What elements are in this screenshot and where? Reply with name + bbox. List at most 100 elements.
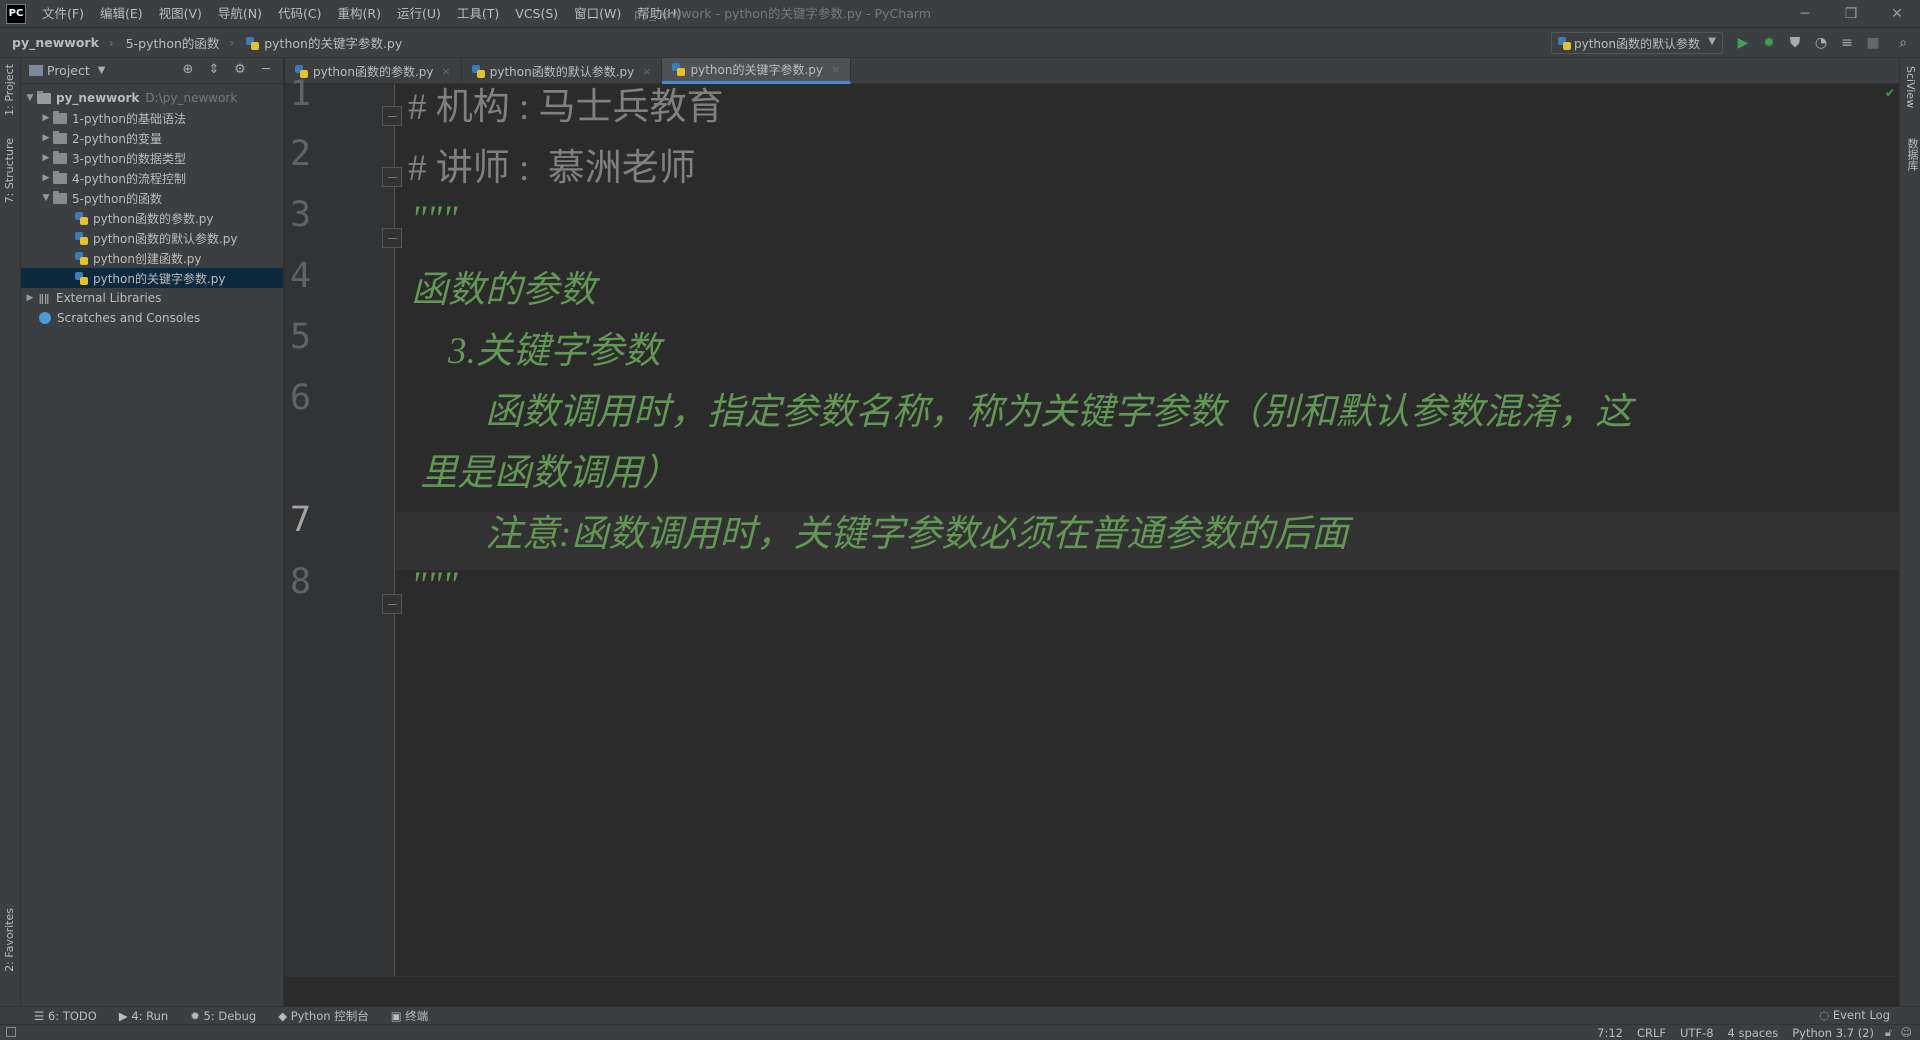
tree-external-libraries[interactable]: ▶ ǁǁ External Libraries <box>21 288 283 308</box>
tree-external-label: External Libraries <box>56 291 162 305</box>
code-editor[interactable]: 1 2 3 4 5 6 7 8 # 机构 : 马士兵教育 # 讲师 : 慕洲老师… <box>285 74 1899 976</box>
collapsed-arrow-icon[interactable]: ▶ <box>23 293 37 303</box>
concurrency-icon[interactable]: ≡ <box>1834 35 1860 51</box>
line-number: 1 <box>290 74 312 114</box>
menu-view[interactable]: 视图(V) <box>151 0 210 28</box>
tree-folder[interactable]: ▶ 2-python的变量 <box>21 128 283 148</box>
project-tree: ▼ py_newwork D:\py_newwork ▶ 1-python的基础… <box>21 84 283 328</box>
event-log-button[interactable]: ◌ Event Log <box>1819 1008 1890 1022</box>
tree-scratches-label: Scratches and Consoles <box>57 311 201 325</box>
python-file-icon <box>75 271 88 285</box>
profile-icon[interactable]: ◔ <box>1808 35 1834 51</box>
menu-code[interactable]: 代码(C) <box>270 0 329 28</box>
chevron-down-icon[interactable]: ▼ <box>98 65 106 76</box>
code-line-2: # 讲师 : 慕洲老师 <box>408 148 696 189</box>
project-tool-button[interactable]: 1: Project <box>3 64 16 116</box>
structure-tool-button[interactable]: 7: Structure <box>3 138 16 203</box>
python-interpreter[interactable]: Python 3.7 (2) <box>1792 1025 1874 1040</box>
terminal-button[interactable]: ▣ 终端 <box>391 1008 429 1024</box>
folder-icon <box>53 190 67 204</box>
run-icon[interactable]: ▶ <box>1730 35 1756 51</box>
project-panel: Project ▼ ⊕ ⇕ ⚙ ─ ▼ py_newwork D:\py_new… <box>21 58 284 1006</box>
tree-scratches[interactable]: Scratches and Consoles <box>21 308 283 328</box>
menu-vcs[interactable]: VCS(S) <box>507 0 566 28</box>
menu-window[interactable]: 窗口(W) <box>566 0 629 28</box>
collapsed-arrow-icon[interactable]: ▶ <box>39 153 53 163</box>
line-number: 3 <box>290 195 312 235</box>
tree-file[interactable]: python函数的默认参数.py <box>21 228 283 248</box>
menu-refactor[interactable]: 重构(R) <box>330 0 389 28</box>
project-view-icon <box>29 65 43 76</box>
tree-folder[interactable]: ▼ 5-python的函数 <box>21 188 283 208</box>
todo-tool-button[interactable]: ☰ 6: TODO <box>34 1009 97 1023</box>
fold-marker-icon[interactable] <box>382 228 402 248</box>
menu-file[interactable]: 文件(F) <box>34 0 92 28</box>
menu-run[interactable]: 运行(U) <box>389 0 449 28</box>
breadcrumb-project[interactable]: py_newwork <box>0 35 109 50</box>
menu-navigate[interactable]: 导航(N) <box>210 0 270 28</box>
fold-marker-icon[interactable] <box>382 106 402 126</box>
expanded-arrow-icon[interactable]: ▼ <box>23 93 37 103</box>
toolbar: ▶ ✹ ⛊ ◔ ≡ ■ ⌕ <box>1730 28 1920 58</box>
search-icon[interactable]: ⌕ <box>1886 35 1920 51</box>
locate-icon[interactable]: ⊕ <box>175 62 201 77</box>
indent-setting[interactable]: 4 spaces <box>1728 1025 1779 1040</box>
lock-icon[interactable]: 🔓︎ <box>1885 1026 1892 1040</box>
run-configuration-select[interactable]: python函数的默认参数 ▼ <box>1551 32 1723 54</box>
fold-marker-icon[interactable] <box>382 594 402 614</box>
sciview-tool-button[interactable]: SciView <box>1904 66 1917 108</box>
inspection-ok-icon[interactable]: ✔ <box>1885 86 1895 100</box>
tree-folder[interactable]: ▶ 3-python的数据类型 <box>21 148 283 168</box>
line-number: 8 <box>290 562 312 602</box>
tree-file[interactable]: python函数的参数.py <box>21 208 283 228</box>
tool-windows-icon[interactable] <box>6 1027 16 1037</box>
run-tool-button[interactable]: ▶ 4: Run <box>119 1009 168 1023</box>
menu-tools[interactable]: 工具(T) <box>449 0 507 28</box>
close-tab-icon[interactable]: × <box>831 63 840 76</box>
tree-file[interactable]: python创建函数.py <box>21 248 283 268</box>
project-panel-header: Project ▼ ⊕ ⇕ ⚙ ─ <box>21 58 283 84</box>
collapse-all-icon[interactable]: ⇕ <box>201 62 227 77</box>
menu-edit[interactable]: 编辑(E) <box>92 0 151 28</box>
restore-icon[interactable]: ❐ <box>1828 0 1874 28</box>
tree-root[interactable]: ▼ py_newwork D:\py_newwork <box>21 88 283 108</box>
debug-icon[interactable]: ✹ <box>1756 35 1782 51</box>
folder-icon <box>53 150 67 164</box>
line-separator[interactable]: CRLF <box>1637 1025 1666 1040</box>
hide-icon[interactable]: ─ <box>253 62 279 77</box>
collapsed-arrow-icon[interactable]: ▶ <box>39 133 53 143</box>
breadcrumb-folder[interactable]: 5-python的函数 <box>114 33 230 52</box>
gear-icon[interactable]: ⚙ <box>227 62 253 77</box>
tree-folder[interactable]: ▶ 1-python的基础语法 <box>21 108 283 128</box>
collapsed-arrow-icon[interactable]: ▶ <box>39 113 53 123</box>
caret-position[interactable]: 7:12 <box>1597 1025 1623 1040</box>
python-file-icon <box>672 63 686 76</box>
breadcrumb-file[interactable]: python的关键字参数.py <box>234 33 412 52</box>
event-log-label: Event Log <box>1832 1008 1890 1022</box>
tree-folder[interactable]: ▶ 4-python的流程控制 <box>21 168 283 188</box>
stop-icon[interactable]: ■ <box>1860 35 1886 51</box>
expanded-arrow-icon[interactable]: ▼ <box>39 193 53 203</box>
inspector-icon[interactable]: ☺ <box>1901 1026 1912 1039</box>
run-configuration-label: python函数的默认参数 <box>1574 36 1700 51</box>
coverage-icon[interactable]: ⛊ <box>1782 35 1808 51</box>
collapsed-arrow-icon[interactable]: ▶ <box>39 173 53 183</box>
debug-tool-button[interactable]: ✹ 5: Debug <box>190 1009 256 1023</box>
right-tool-strip: SciView 数据库 <box>1899 58 1920 1006</box>
fold-marker-icon[interactable] <box>382 167 402 187</box>
favorites-tool-button[interactable]: 2: Favorites <box>3 908 16 972</box>
folder-icon <box>53 130 67 144</box>
database-tool-button[interactable]: 数据库 <box>1904 138 1920 171</box>
library-icon: ǁǁ <box>38 291 50 305</box>
python-console-button[interactable]: ◆ Python 控制台 <box>278 1008 369 1024</box>
minimize-icon[interactable]: ─ <box>1782 0 1828 28</box>
project-panel-title[interactable]: Project <box>47 63 90 78</box>
close-icon[interactable]: ✕ <box>1874 0 1920 28</box>
python-file-icon <box>75 231 88 245</box>
todo-label: 6: TODO <box>47 1008 97 1023</box>
tree-file-label: python函数的参数.py <box>93 211 214 226</box>
tree-file-selected[interactable]: python的关键字参数.py <box>21 268 283 288</box>
terminal-label: 终端 <box>405 1008 429 1023</box>
file-encoding[interactable]: UTF-8 <box>1680 1025 1714 1040</box>
horizontal-scrollbar[interactable] <box>285 976 1899 1006</box>
